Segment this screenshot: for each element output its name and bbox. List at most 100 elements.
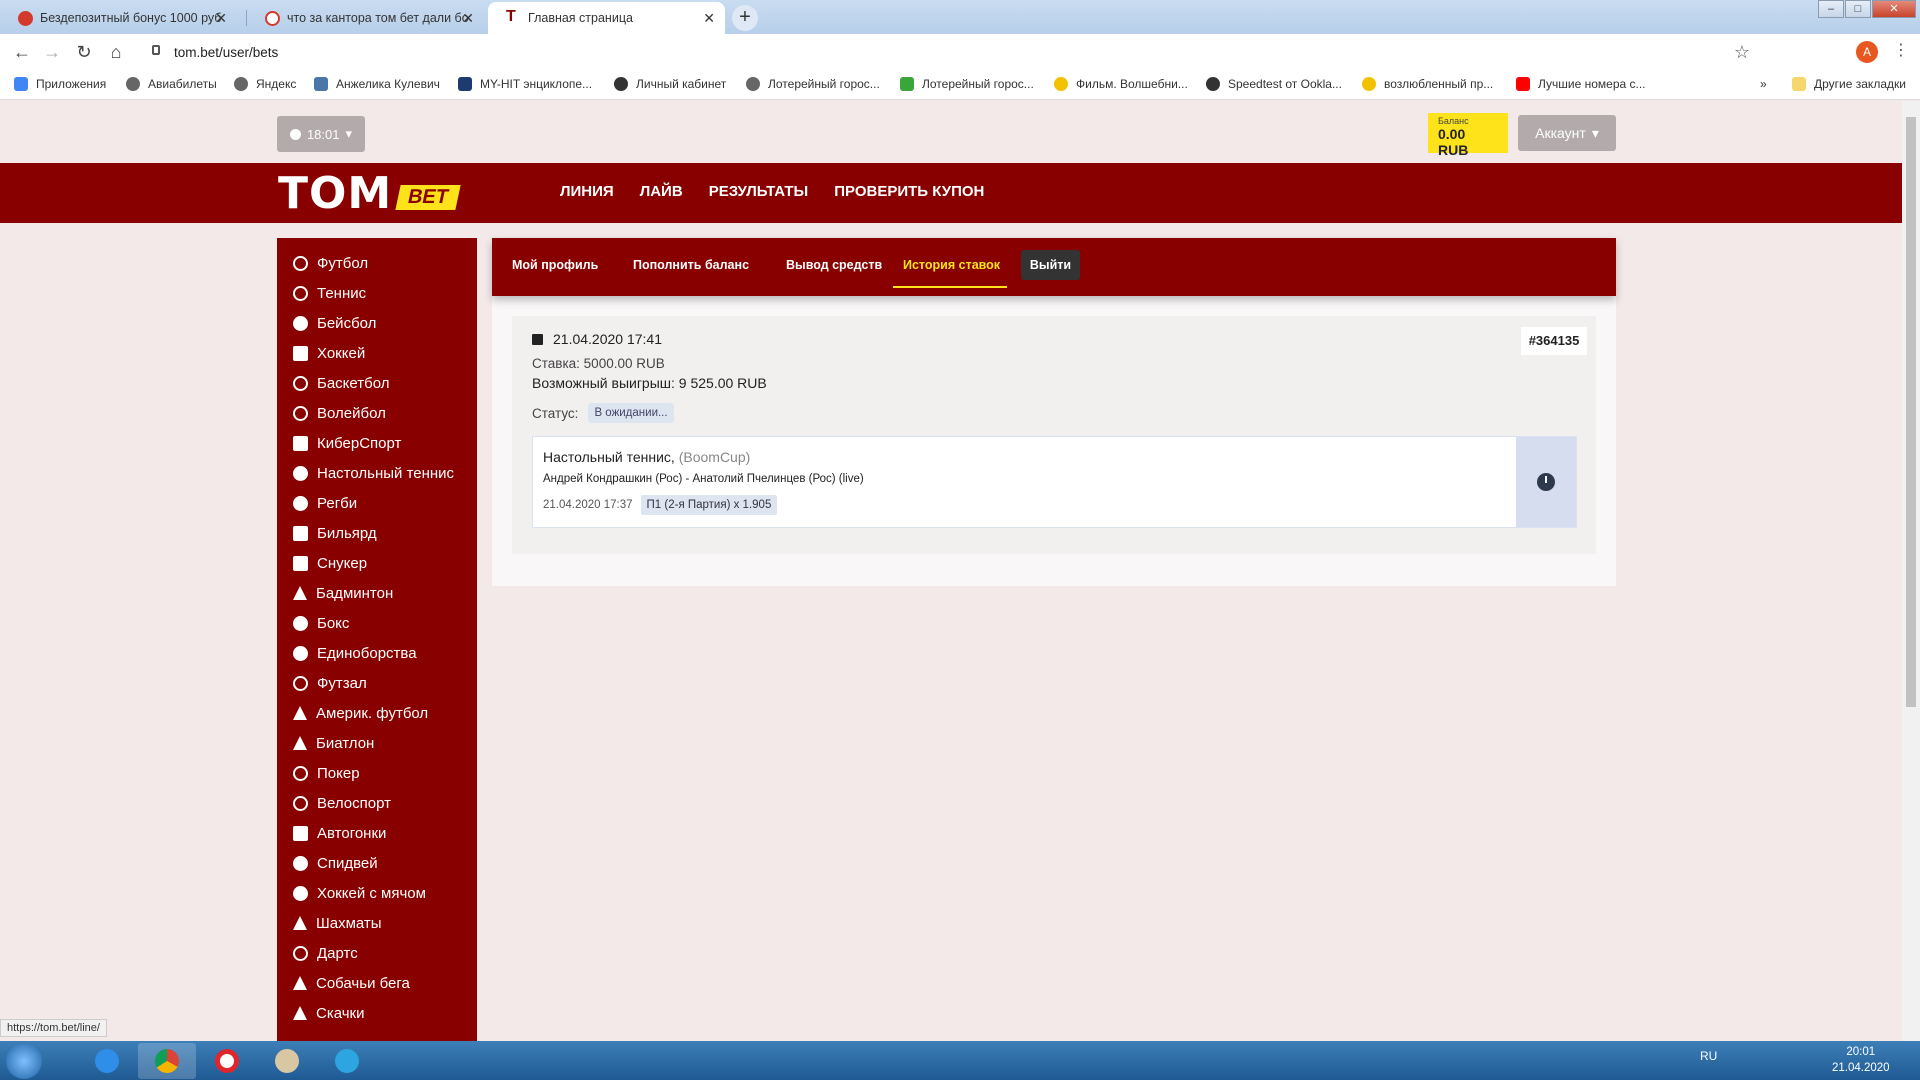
sport-american-football[interactable]: Америк. футбол xyxy=(277,698,477,728)
system-clock[interactable]: 20:01 21.04.2020 xyxy=(1832,1044,1890,1076)
close-tab-icon[interactable]: ✕ xyxy=(215,10,227,27)
sport-football[interactable]: Футбол xyxy=(277,248,477,278)
globe-icon xyxy=(126,77,140,91)
tab-1[interactable]: Бездепозитный бонус 1000 руб ✕ xyxy=(0,2,237,34)
taskbar-paint[interactable] xyxy=(258,1043,316,1079)
bookmark-item[interactable]: Speedtest от Ookla... xyxy=(1206,77,1342,91)
sport-horse-racing[interactable]: Скачки xyxy=(277,998,477,1028)
status-badge: В ожидании... xyxy=(588,403,674,423)
bookmark-item[interactable]: Фильм. Волшебни... xyxy=(1054,77,1188,91)
bookmark-item[interactable]: возлюбленный пр... xyxy=(1362,77,1493,91)
logout-button[interactable]: Выйти xyxy=(1021,250,1080,280)
sport-snooker[interactable]: Снукер xyxy=(277,548,477,578)
sport-motorsport[interactable]: Автогонки xyxy=(277,818,477,848)
sport-futsal[interactable]: Футзал xyxy=(277,668,477,698)
taskbar-telegram[interactable] xyxy=(318,1043,376,1079)
sport-darts[interactable]: Дартс xyxy=(277,938,477,968)
language-indicator[interactable]: RU xyxy=(1700,1049,1717,1063)
bookmark-item[interactable]: MY-HIT энциклопе... xyxy=(458,77,592,91)
clock-icon xyxy=(1537,473,1555,491)
taskbar-ie[interactable] xyxy=(78,1043,136,1079)
chrome-icon xyxy=(155,1049,179,1073)
status-label: Статус: xyxy=(532,405,579,421)
taskbar-chrome[interactable] xyxy=(138,1043,196,1079)
tab-deposit[interactable]: Пополнить баланс xyxy=(633,258,749,272)
tennis-racket-icon xyxy=(293,285,308,301)
chevron-down-icon: ▾ xyxy=(345,126,353,141)
sport-biathlon[interactable]: Биатлон xyxy=(277,728,477,758)
account-dropdown[interactable]: Аккаунт ▾ xyxy=(1518,115,1616,151)
new-tab-button[interactable]: + xyxy=(732,5,758,31)
bookmark-item[interactable]: Анжелика Кулевич xyxy=(314,77,440,91)
sport-boxing[interactable]: Бокс xyxy=(277,608,477,638)
windows-taskbar: RU 20:01 21.04.2020 xyxy=(0,1041,1920,1080)
taskbar-opera[interactable] xyxy=(198,1043,256,1079)
calendar-icon xyxy=(532,333,543,345)
boxing-glove-icon xyxy=(293,615,308,631)
tab-bet-history[interactable]: История ставок xyxy=(903,258,1000,272)
sport-tennis[interactable]: Теннис xyxy=(277,278,477,308)
sport-table-tennis[interactable]: Настольный теннис xyxy=(277,458,477,488)
bookmark-item[interactable]: Личный кабинет xyxy=(614,77,726,91)
tab-3-active[interactable]: T Главная страница ✕ xyxy=(488,2,725,34)
bookmark-item[interactable]: Авиабилеты xyxy=(126,77,217,91)
tombet-logo[interactable]: TOM BET xyxy=(278,168,461,219)
address-bar[interactable]: tom.bet/user/bets ☆ xyxy=(140,39,1780,67)
pending-indicator xyxy=(1516,437,1576,527)
sport-badminton[interactable]: Бадминтон xyxy=(277,578,477,608)
other-bookmarks[interactable]: Другие закладки xyxy=(1792,77,1906,91)
sport-hockey[interactable]: Хоккей xyxy=(277,338,477,368)
nav-line[interactable]: ЛИНИЯ xyxy=(560,183,614,200)
globe-icon xyxy=(234,77,248,91)
close-tab-icon[interactable]: ✕ xyxy=(462,10,474,27)
sport-chess[interactable]: Шахматы xyxy=(277,908,477,938)
drop-icon xyxy=(614,77,628,91)
sport-dog-racing[interactable]: Собачьи бега xyxy=(277,968,477,998)
maximize-button[interactable]: □ xyxy=(1845,0,1871,18)
nav-live[interactable]: ЛАЙВ xyxy=(640,183,683,200)
bookmark-apps[interactable]: Приложения xyxy=(14,77,106,91)
forward-arrow-icon[interactable]: → xyxy=(42,42,62,63)
sport-volleyball[interactable]: Волейбол xyxy=(277,398,477,428)
bookmark-item[interactable]: Лучшие номера с... xyxy=(1516,77,1646,91)
sport-bandy[interactable]: Хоккей с мячом xyxy=(277,878,477,908)
reload-icon[interactable]: ↻ xyxy=(74,42,94,63)
bookmark-item[interactable]: Лотерейный горос... xyxy=(900,77,1034,91)
sport-esports[interactable]: КиберСпорт xyxy=(277,428,477,458)
sport-speedway[interactable]: Спидвей xyxy=(277,848,477,878)
bookmark-item[interactable]: Яндекс xyxy=(234,77,296,91)
tab-my-profile[interactable]: Мой профиль xyxy=(512,258,598,272)
tab-title: Бездепозитный бонус 1000 руб xyxy=(40,11,222,25)
home-icon[interactable]: ⌂ xyxy=(106,42,126,63)
nav-results[interactable]: РЕЗУЛЬТАТЫ xyxy=(709,183,809,200)
start-button[interactable] xyxy=(6,1043,42,1079)
bookmarks-overflow-icon[interactable]: » xyxy=(1760,77,1767,91)
bookmark-item[interactable]: Лотерейный горос... xyxy=(746,77,880,91)
close-tab-icon[interactable]: ✕ xyxy=(703,10,715,27)
window-close-button[interactable]: ✕ xyxy=(1872,0,1916,18)
clock-icon xyxy=(289,128,301,140)
nav-check-coupon[interactable]: ПРОВЕРИТЬ КУПОН xyxy=(834,183,984,200)
sport-rugby[interactable]: Регби xyxy=(277,488,477,518)
sport-basketball[interactable]: Баскетбол xyxy=(277,368,477,398)
tab-withdraw[interactable]: Вывод средств xyxy=(786,258,882,272)
globe-icon xyxy=(746,77,760,91)
sport-cycling[interactable]: Велоспорт xyxy=(277,788,477,818)
minimize-button[interactable]: – xyxy=(1818,0,1844,18)
bet-card: 21.04.2020 17:41 #364135 Ставка: 5000.00… xyxy=(512,316,1596,554)
url-text[interactable]: tom.bet/user/bets xyxy=(174,45,278,60)
time-dropdown[interactable]: 18:01 ▾ xyxy=(277,116,365,152)
bet-status: Статус: В ожидании... xyxy=(532,403,674,423)
tab-2[interactable]: что за кантора том бет дали бо ✕ xyxy=(247,2,484,34)
page-scrollbar[interactable] xyxy=(1902,101,1920,1041)
sport-martial-arts[interactable]: Единоборства xyxy=(277,638,477,668)
profile-avatar[interactable]: A xyxy=(1856,41,1878,63)
bookmark-star-icon[interactable]: ☆ xyxy=(1734,42,1750,63)
sport-poker[interactable]: Покер xyxy=(277,758,477,788)
poker-chip-icon xyxy=(293,765,308,781)
sport-baseball[interactable]: Бейсбол xyxy=(277,308,477,338)
scrollbar-thumb[interactable] xyxy=(1906,117,1916,707)
browser-menu-icon[interactable]: ⋮ xyxy=(1893,40,1909,60)
sport-billiards[interactable]: Бильярд xyxy=(277,518,477,548)
back-arrow-icon[interactable]: ← xyxy=(12,42,32,63)
